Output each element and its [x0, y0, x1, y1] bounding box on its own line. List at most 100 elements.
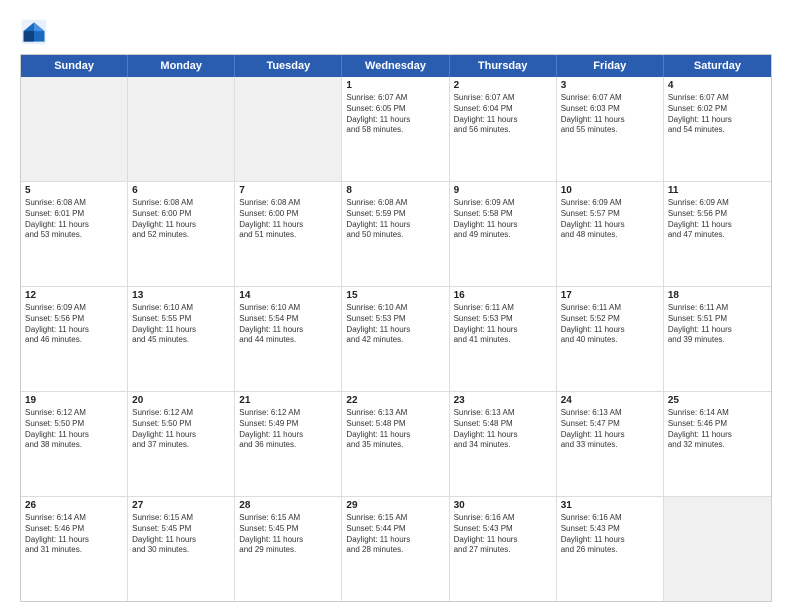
cal-cell: 23 Sunrise: 6:13 AM Sunset: 5:48 PM Dayli… [450, 392, 557, 496]
day-number: 1 [346, 80, 444, 91]
cal-cell: 29 Sunrise: 6:15 AM Sunset: 5:44 PM Dayli… [342, 497, 449, 601]
day-number: 10 [561, 185, 659, 196]
cell-info: Sunrise: 6:13 AM Sunset: 5:47 PM Dayligh… [561, 408, 659, 451]
cal-cell: 3 Sunrise: 6:07 AM Sunset: 6:03 PM Daylig… [557, 77, 664, 181]
day-number: 4 [668, 80, 767, 91]
calendar-body: 1 Sunrise: 6:07 AM Sunset: 6:05 PM Daylig… [21, 77, 771, 601]
cal-cell [235, 77, 342, 181]
day-number: 31 [561, 500, 659, 511]
cal-cell: 15 Sunrise: 6:10 AM Sunset: 5:53 PM Dayli… [342, 287, 449, 391]
day-number: 2 [454, 80, 552, 91]
day-number: 27 [132, 500, 230, 511]
cell-info: Sunrise: 6:11 AM Sunset: 5:53 PM Dayligh… [454, 303, 552, 346]
calendar-row-2: 12 Sunrise: 6:09 AM Sunset: 5:56 PM Dayli… [21, 286, 771, 391]
page: SundayMondayTuesdayWednesdayThursdayFrid… [0, 0, 792, 612]
cal-cell: 16 Sunrise: 6:11 AM Sunset: 5:53 PM Dayli… [450, 287, 557, 391]
day-number: 20 [132, 395, 230, 406]
day-number: 6 [132, 185, 230, 196]
cal-cell: 2 Sunrise: 6:07 AM Sunset: 6:04 PM Daylig… [450, 77, 557, 181]
cal-cell: 10 Sunrise: 6:09 AM Sunset: 5:57 PM Dayli… [557, 182, 664, 286]
cell-info: Sunrise: 6:10 AM Sunset: 5:53 PM Dayligh… [346, 303, 444, 346]
cal-cell: 12 Sunrise: 6:09 AM Sunset: 5:56 PM Dayli… [21, 287, 128, 391]
cal-cell: 5Sunrise: 6:08 AM Sunset: 6:01 PM Daylig… [21, 182, 128, 286]
cell-info: Sunrise: 6:10 AM Sunset: 5:54 PM Dayligh… [239, 303, 337, 346]
cal-cell: 9Sunrise: 6:09 AM Sunset: 5:58 PM Daylig… [450, 182, 557, 286]
calendar-header: SundayMondayTuesdayWednesdayThursdayFrid… [21, 55, 771, 77]
day-number: 11 [668, 185, 767, 196]
weekday-header-friday: Friday [557, 55, 664, 77]
cell-info: Sunrise: 6:08 AM Sunset: 5:59 PM Dayligh… [346, 198, 444, 241]
day-number: 19 [25, 395, 123, 406]
cell-info: Sunrise: 6:07 AM Sunset: 6:03 PM Dayligh… [561, 93, 659, 136]
cell-info: Sunrise: 6:07 AM Sunset: 6:05 PM Dayligh… [346, 93, 444, 136]
cal-cell: 21Sunrise: 6:12 AM Sunset: 5:49 PM Dayli… [235, 392, 342, 496]
cal-cell: 20 Sunrise: 6:12 AM Sunset: 5:50 PM Dayli… [128, 392, 235, 496]
day-number: 14 [239, 290, 337, 301]
cell-info: Sunrise: 6:15 AM Sunset: 5:45 PM Dayligh… [239, 513, 337, 556]
cell-info: Sunrise: 6:09 AM Sunset: 5:56 PM Dayligh… [668, 198, 767, 241]
cell-info: Sunrise: 6:16 AM Sunset: 5:43 PM Dayligh… [561, 513, 659, 556]
calendar: SundayMondayTuesdayWednesdayThursdayFrid… [20, 54, 772, 602]
day-number: 24 [561, 395, 659, 406]
logo [20, 18, 52, 46]
cell-info: Sunrise: 6:08 AM Sunset: 6:01 PM Dayligh… [25, 198, 123, 241]
weekday-header-wednesday: Wednesday [342, 55, 449, 77]
weekday-header-tuesday: Tuesday [235, 55, 342, 77]
cal-cell: 30 Sunrise: 6:16 AM Sunset: 5:43 PM Dayli… [450, 497, 557, 601]
weekday-header-monday: Monday [128, 55, 235, 77]
cell-info: Sunrise: 6:12 AM Sunset: 5:50 PM Dayligh… [25, 408, 123, 451]
cell-info: Sunrise: 6:13 AM Sunset: 5:48 PM Dayligh… [454, 408, 552, 451]
cell-info: Sunrise: 6:07 AM Sunset: 6:02 PM Dayligh… [668, 93, 767, 136]
cal-cell: 28Sunrise: 6:15 AM Sunset: 5:45 PM Dayli… [235, 497, 342, 601]
cell-info: Sunrise: 6:11 AM Sunset: 5:52 PM Dayligh… [561, 303, 659, 346]
cal-cell: 31 Sunrise: 6:16 AM Sunset: 5:43 PM Dayli… [557, 497, 664, 601]
calendar-row-0: 1 Sunrise: 6:07 AM Sunset: 6:05 PM Daylig… [21, 77, 771, 181]
day-number: 8 [346, 185, 444, 196]
calendar-row-4: 26 Sunrise: 6:14 AM Sunset: 5:46 PM Dayli… [21, 496, 771, 601]
logo-icon [20, 18, 48, 46]
cell-info: Sunrise: 6:08 AM Sunset: 6:00 PM Dayligh… [239, 198, 337, 241]
cell-info: Sunrise: 6:14 AM Sunset: 5:46 PM Dayligh… [25, 513, 123, 556]
day-number: 13 [132, 290, 230, 301]
cell-info: Sunrise: 6:10 AM Sunset: 5:55 PM Dayligh… [132, 303, 230, 346]
cal-cell: 17Sunrise: 6:11 AM Sunset: 5:52 PM Dayli… [557, 287, 664, 391]
day-number: 23 [454, 395, 552, 406]
cal-cell: 19 Sunrise: 6:12 AM Sunset: 5:50 PM Dayli… [21, 392, 128, 496]
cell-info: Sunrise: 6:14 AM Sunset: 5:46 PM Dayligh… [668, 408, 767, 451]
cell-info: Sunrise: 6:07 AM Sunset: 6:04 PM Dayligh… [454, 93, 552, 136]
cell-info: Sunrise: 6:11 AM Sunset: 5:51 PM Dayligh… [668, 303, 767, 346]
day-number: 25 [668, 395, 767, 406]
cell-info: Sunrise: 6:09 AM Sunset: 5:57 PM Dayligh… [561, 198, 659, 241]
cal-cell: 1 Sunrise: 6:07 AM Sunset: 6:05 PM Daylig… [342, 77, 449, 181]
cal-cell [128, 77, 235, 181]
day-number: 22 [346, 395, 444, 406]
cell-info: Sunrise: 6:15 AM Sunset: 5:45 PM Dayligh… [132, 513, 230, 556]
day-number: 30 [454, 500, 552, 511]
day-number: 12 [25, 290, 123, 301]
day-number: 29 [346, 500, 444, 511]
cal-cell: 25 Sunrise: 6:14 AM Sunset: 5:46 PM Dayli… [664, 392, 771, 496]
calendar-row-1: 5Sunrise: 6:08 AM Sunset: 6:01 PM Daylig… [21, 181, 771, 286]
day-number: 18 [668, 290, 767, 301]
cal-cell [21, 77, 128, 181]
cell-info: Sunrise: 6:15 AM Sunset: 5:44 PM Dayligh… [346, 513, 444, 556]
calendar-row-3: 19 Sunrise: 6:12 AM Sunset: 5:50 PM Dayli… [21, 391, 771, 496]
day-number: 26 [25, 500, 123, 511]
cal-cell [664, 497, 771, 601]
cell-info: Sunrise: 6:12 AM Sunset: 5:50 PM Dayligh… [132, 408, 230, 451]
weekday-header-sunday: Sunday [21, 55, 128, 77]
cell-info: Sunrise: 6:09 AM Sunset: 5:58 PM Dayligh… [454, 198, 552, 241]
cell-info: Sunrise: 6:16 AM Sunset: 5:43 PM Dayligh… [454, 513, 552, 556]
cal-cell: 18 Sunrise: 6:11 AM Sunset: 5:51 PM Dayli… [664, 287, 771, 391]
cell-info: Sunrise: 6:09 AM Sunset: 5:56 PM Dayligh… [25, 303, 123, 346]
day-number: 3 [561, 80, 659, 91]
cal-cell: 7 Sunrise: 6:08 AM Sunset: 6:00 PM Daylig… [235, 182, 342, 286]
day-number: 21 [239, 395, 337, 406]
cell-info: Sunrise: 6:13 AM Sunset: 5:48 PM Dayligh… [346, 408, 444, 451]
day-number: 15 [346, 290, 444, 301]
cal-cell: 14 Sunrise: 6:10 AM Sunset: 5:54 PM Dayli… [235, 287, 342, 391]
cal-cell: 22 Sunrise: 6:13 AM Sunset: 5:48 PM Dayli… [342, 392, 449, 496]
day-number: 16 [454, 290, 552, 301]
header [20, 18, 772, 46]
day-number: 7 [239, 185, 337, 196]
